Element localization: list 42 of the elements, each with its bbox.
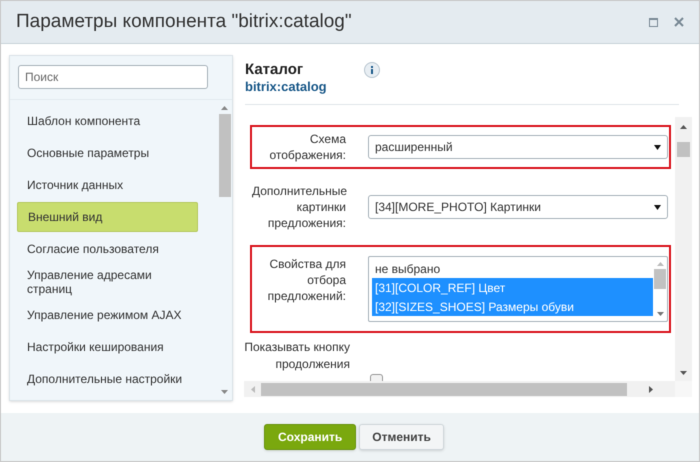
cancel-button[interactable]: Отменить <box>359 424 444 450</box>
field-label: Показывать кнопку продолжения <box>244 339 350 373</box>
select-value: расширенный <box>375 139 454 156</box>
component-title: Каталог <box>245 61 304 79</box>
scroll-thumb[interactable] <box>654 269 666 289</box>
listbox[interactable]: не выбрано [31][COLOR_REF] Цвет [32][SIZES_SHOES] Размеры обуви <box>368 256 668 322</box>
field-label: Дополнительные картинки предложения: <box>252 183 346 231</box>
scroll-up-icon[interactable] <box>680 125 687 129</box>
select-field[interactable]: расширенный <box>368 135 668 159</box>
sidebar-item[interactable]: Управление режимом AJAX <box>17 300 198 330</box>
scrollbar[interactable] <box>675 117 692 381</box>
scroll-right-icon[interactable] <box>649 386 653 392</box>
caret-icon <box>654 204 661 210</box>
field-label: Свойства для отбора предложений: <box>266 256 346 304</box>
scrollbar[interactable] <box>244 381 675 397</box>
caret-icon <box>654 144 661 150</box>
sidebar-item[interactable]: Дополнительные настройки <box>17 364 198 394</box>
sidebar-item[interactable]: Внешний вид <box>17 202 198 232</box>
list-option[interactable]: не выбрано <box>372 259 653 278</box>
scroll-down-icon[interactable] <box>680 371 687 375</box>
scroll-thumb[interactable] <box>218 114 230 197</box>
select-field[interactable]: [34][MORE_PHOTO] Картинки <box>368 195 668 219</box>
sidebar-item[interactable]: Управление адресами страниц <box>17 266 198 298</box>
select-value: [34][MORE_PHOTO] Картинки <box>375 199 542 216</box>
sidebar-item[interactable]: Основные параметры <box>17 138 198 168</box>
sidebar-item[interactable]: Шаблон компонента <box>17 106 198 136</box>
scroll-down-icon[interactable] <box>221 390 228 394</box>
sidebar-item[interactable]: Согласие пользователя <box>17 234 198 264</box>
sidebar-item[interactable]: Настройки кеширования <box>17 332 198 362</box>
scroll-thumb[interactable] <box>677 142 690 157</box>
sidebar-item[interactable]: Источник данных <box>17 170 198 200</box>
scroll-down-icon[interactable] <box>656 312 664 316</box>
field-label: Схема отображения: <box>268 131 346 163</box>
scroll-left-icon[interactable] <box>251 386 255 392</box>
close-icon <box>674 17 684 27</box>
component-code: bitrix:catalog <box>245 79 327 94</box>
info-icon[interactable] <box>364 62 380 78</box>
maximize-icon <box>648 18 658 26</box>
scroll-thumb[interactable] <box>261 382 627 396</box>
window-title: Параметры компонента "bitrix:catalog" <box>16 10 353 34</box>
search-field[interactable]: Поиск <box>18 65 208 89</box>
scroll-up-icon[interactable] <box>221 106 228 110</box>
